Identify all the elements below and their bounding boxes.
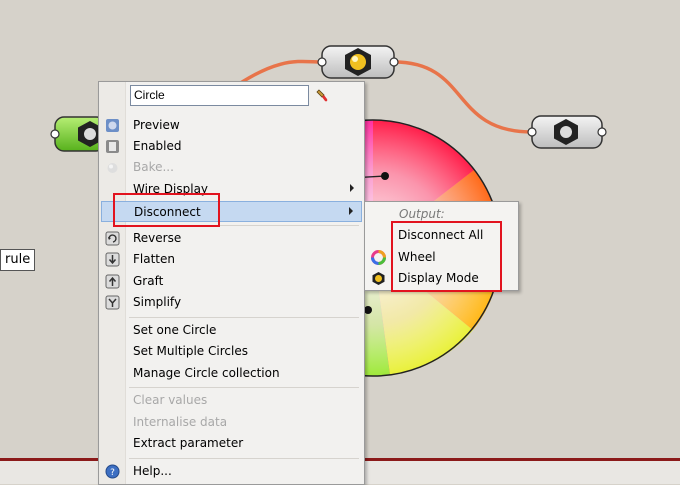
menu-separator: [129, 458, 359, 459]
menu-item-help[interactable]: ? Help...: [101, 461, 362, 482]
menu-item-label: Simplify: [133, 295, 182, 309]
menu-item-clear-values[interactable]: Clear values: [101, 390, 362, 411]
menu-item-internalise-data[interactable]: Internalise data: [101, 412, 362, 433]
menu-item-simplify[interactable]: Simplify: [101, 292, 362, 313]
bake-icon: [107, 163, 118, 173]
menu-item-bake[interactable]: Bake...: [101, 157, 362, 178]
menu-item-label: Flatten: [133, 252, 175, 266]
color-wheel-icon: [371, 250, 386, 265]
menu-item-extract-parameter[interactable]: Extract parameter: [101, 433, 362, 454]
menu-item-set-multiple-circles[interactable]: Set Multiple Circles: [101, 341, 362, 362]
paint-brush-icon[interactable]: [316, 89, 330, 103]
simplify-icon: [105, 295, 120, 310]
parameter-name-input[interactable]: [130, 85, 309, 106]
rule-panel-label[interactable]: rule: [0, 249, 36, 271]
display-mode-icon: [372, 272, 385, 285]
menu-item-label: Set one Circle: [133, 323, 217, 337]
graft-icon: [105, 274, 120, 289]
annotation-box-submenu: [391, 221, 502, 292]
svg-text:?: ?: [110, 468, 115, 478]
submenu-header: Output:: [399, 207, 445, 221]
menu-separator: [129, 317, 359, 318]
menu-item-preview[interactable]: Preview: [101, 115, 362, 136]
menu-item-label: Graft: [133, 274, 164, 288]
wheel-output-component[interactable]: [527, 115, 607, 149]
menu-item-label: Reverse: [133, 231, 182, 245]
menu-item-label: Manage Circle collection: [133, 366, 280, 380]
submenu-arrow-icon: [350, 184, 354, 192]
menu-item-label: Enabled: [133, 139, 182, 153]
menu-item-label: Set Multiple Circles: [133, 344, 248, 358]
menu-item-set-one-circle[interactable]: Set one Circle: [101, 320, 362, 341]
context-menu: Preview Enabled Bake... Wire Display Dis…: [98, 81, 365, 485]
enabled-icon: [106, 140, 119, 153]
menu-item-label: Preview: [133, 118, 180, 132]
preview-icon: [106, 119, 119, 132]
wire: [393, 60, 533, 134]
menu-item-label: Bake...: [133, 160, 174, 174]
submenu-arrow-icon: [349, 207, 353, 215]
flatten-icon: [105, 252, 120, 267]
menu-item-reverse[interactable]: Reverse: [101, 228, 362, 249]
menu-item-label: Clear values: [133, 393, 208, 407]
reverse-icon: [105, 231, 120, 246]
display-mode-component[interactable]: [317, 45, 399, 79]
menu-item-manage-circle-collection[interactable]: Manage Circle collection: [101, 363, 362, 384]
menu-item-label: Internalise data: [133, 415, 228, 429]
menu-separator: [129, 387, 359, 388]
annotation-box-disconnect: [113, 193, 220, 227]
circle-parameter-component[interactable]: [50, 116, 106, 152]
menu-item-label: Help...: [133, 464, 172, 478]
help-icon: ?: [105, 464, 120, 479]
menu-item-graft[interactable]: Graft: [101, 271, 362, 292]
menu-item-flatten[interactable]: Flatten: [101, 249, 362, 270]
menu-item-enabled[interactable]: Enabled: [101, 136, 362, 157]
menu-item-label: Extract parameter: [133, 436, 244, 450]
